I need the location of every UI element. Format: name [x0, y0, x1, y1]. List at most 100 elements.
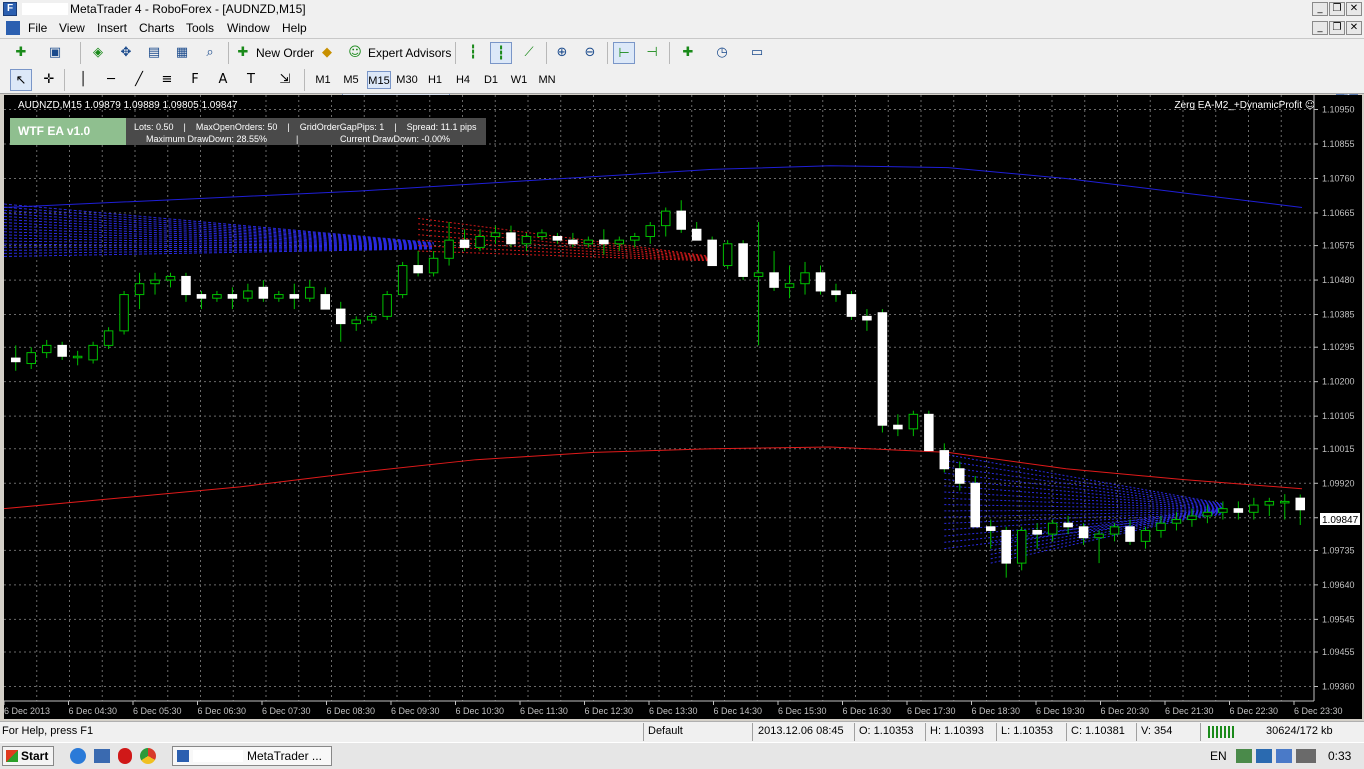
status-open: O: 1.10353	[859, 725, 914, 737]
candle-body-bear	[955, 468, 965, 484]
time-label: 6 Dec 23:30	[1294, 706, 1343, 716]
candle-body-bear	[1063, 522, 1073, 528]
candle-body-bear	[196, 294, 207, 299]
menu-help[interactable]: Help	[282, 21, 307, 35]
period-m15[interactable]: M15	[367, 71, 391, 89]
text-icon[interactable]: A	[212, 69, 234, 91]
candle-body-bull	[1140, 529, 1151, 542]
menu-insert[interactable]: Insert	[97, 21, 127, 35]
menu-window[interactable]: Window	[227, 21, 270, 35]
auto-scroll-icon[interactable]: ⊢	[613, 42, 635, 64]
candle-body-bull	[722, 243, 733, 267]
price-label: 1.10665	[1322, 208, 1355, 218]
price-chart[interactable]: 1.10950 1.10855 1.10760 1.10665 1.10575 1.104…	[3, 95, 1362, 719]
zoom-out-icon[interactable]: ⊖	[579, 42, 601, 64]
menu-file[interactable]: File	[28, 21, 47, 35]
time-label: 6 Dec 14:30	[714, 706, 763, 716]
current-price: 1.09847	[1322, 515, 1359, 526]
symbol-header: AUDNZD,M15 1.09879 1.09889 1.09805 1.098…	[18, 100, 238, 111]
tester-icon[interactable]: ⌕	[199, 42, 221, 64]
period-m30[interactable]: M30	[395, 71, 419, 89]
blue-grid-line	[3, 215, 434, 245]
candle	[660, 207, 671, 237]
child-restore-button[interactable]: ❐	[1329, 21, 1345, 35]
period-d1[interactable]: D1	[479, 71, 503, 89]
period-h1[interactable]: H1	[423, 71, 447, 89]
price-label: 1.10295	[1322, 342, 1355, 352]
chart-shift-icon[interactable]: ⊣	[641, 42, 663, 64]
market-watch-icon[interactable]: ◈	[87, 42, 109, 64]
candle-body-bear	[320, 294, 331, 310]
new-order-button[interactable]: New Order	[252, 42, 318, 64]
candle-body-bear	[227, 294, 238, 299]
time-label: 6 Dec 21:30	[1165, 706, 1214, 716]
navigator-icon[interactable]: ✥	[115, 42, 137, 64]
arrows-icon[interactable]: ⇲	[274, 69, 296, 91]
periods-icon[interactable]: ◷	[711, 42, 733, 64]
bar-chart-icon[interactable]: ┇	[462, 42, 484, 64]
label-icon[interactable]: T	[240, 69, 262, 91]
app-icon[interactable]: F	[3, 2, 17, 16]
time-label: 6 Dec 09:30	[391, 706, 440, 716]
candle-body-bull	[274, 294, 284, 299]
period-h4[interactable]: H4	[451, 71, 475, 89]
tray-icons[interactable]	[1236, 749, 1316, 763]
opera-icon[interactable]	[118, 748, 132, 764]
blue-grid-line	[3, 203, 434, 244]
menu-charts[interactable]: Charts	[139, 21, 174, 35]
chart-window[interactable]: 1.10950 1.10855 1.10760 1.10665 1.10575 1.104…	[3, 95, 1362, 719]
data-window-icon[interactable]: ▦	[171, 42, 193, 64]
warning-icon[interactable]: ◆	[316, 42, 338, 64]
desktop-icon[interactable]	[94, 749, 110, 763]
candle-body-bull	[351, 319, 361, 325]
candlestick-chart-icon[interactable]: ┇	[490, 42, 512, 64]
trendline-icon[interactable]: ╱	[128, 69, 150, 91]
candle	[846, 290, 857, 320]
new-chart-icon[interactable]: ✚	[10, 42, 32, 64]
price-label: 1.09640	[1322, 580, 1355, 590]
restore-button[interactable]: ❐	[1329, 2, 1345, 16]
language-indicator[interactable]: EN	[1210, 749, 1227, 763]
terminal-icon[interactable]: ▤	[143, 42, 165, 64]
chart-window-icon[interactable]	[6, 21, 20, 35]
candle-body-bull	[583, 239, 594, 245]
line-chart-icon[interactable]: ⟋	[518, 42, 540, 64]
candle-body-bear	[506, 232, 516, 245]
time-label: 6 Dec 10:30	[456, 706, 505, 716]
candle-body-bear	[893, 424, 903, 430]
period-m5[interactable]: M5	[339, 71, 363, 89]
indicators-icon[interactable]: ✚	[677, 42, 699, 64]
moving-averages	[3, 165, 1303, 510]
candle-body-bear	[568, 239, 578, 245]
vertical-line-icon[interactable]: │	[72, 69, 94, 91]
profiles-icon[interactable]: ▣	[44, 42, 66, 64]
candle-body-bull	[243, 290, 253, 299]
candle-body-bull	[1280, 500, 1290, 504]
taskbar-metatrader[interactable]: MetaTrader ...	[172, 746, 332, 766]
zoom-in-icon[interactable]: ⊕	[551, 42, 573, 64]
infobox-max-drawdown: Maximum DrawDown: 28.55%	[146, 134, 267, 144]
child-minimize-button[interactable]: _	[1312, 21, 1328, 35]
period-m1[interactable]: M1	[311, 71, 335, 89]
period-mn[interactable]: MN	[535, 71, 559, 89]
horizontal-line-icon[interactable]: ─	[100, 69, 122, 91]
fibonacci-icon[interactable]: F	[184, 69, 206, 91]
channel-icon[interactable]: ≡	[156, 69, 178, 91]
crosshair-icon[interactable]: ✛	[38, 69, 60, 91]
templates-icon[interactable]: ▭	[746, 42, 768, 64]
candle	[769, 251, 779, 291]
menu-tools[interactable]: Tools	[186, 21, 214, 35]
start-button[interactable]: Start	[2, 746, 54, 766]
child-close-button[interactable]: ✕	[1346, 21, 1362, 35]
period-w1[interactable]: W1	[507, 71, 531, 89]
cursor-icon[interactable]: ↖	[10, 69, 32, 91]
time-label: 6 Dec 13:30	[649, 706, 698, 716]
chrome-icon[interactable]	[140, 748, 156, 764]
ie-icon[interactable]	[70, 748, 86, 764]
title-bar: F MetaTrader 4 - RoboForex - [AUDNZD,M15…	[0, 0, 1364, 18]
close-button[interactable]: ✕	[1346, 2, 1362, 16]
candle	[475, 229, 485, 252]
minimize-button[interactable]: _	[1312, 2, 1328, 16]
new-order-icon[interactable]: ✚	[232, 42, 254, 64]
menu-view[interactable]: View	[59, 21, 85, 35]
